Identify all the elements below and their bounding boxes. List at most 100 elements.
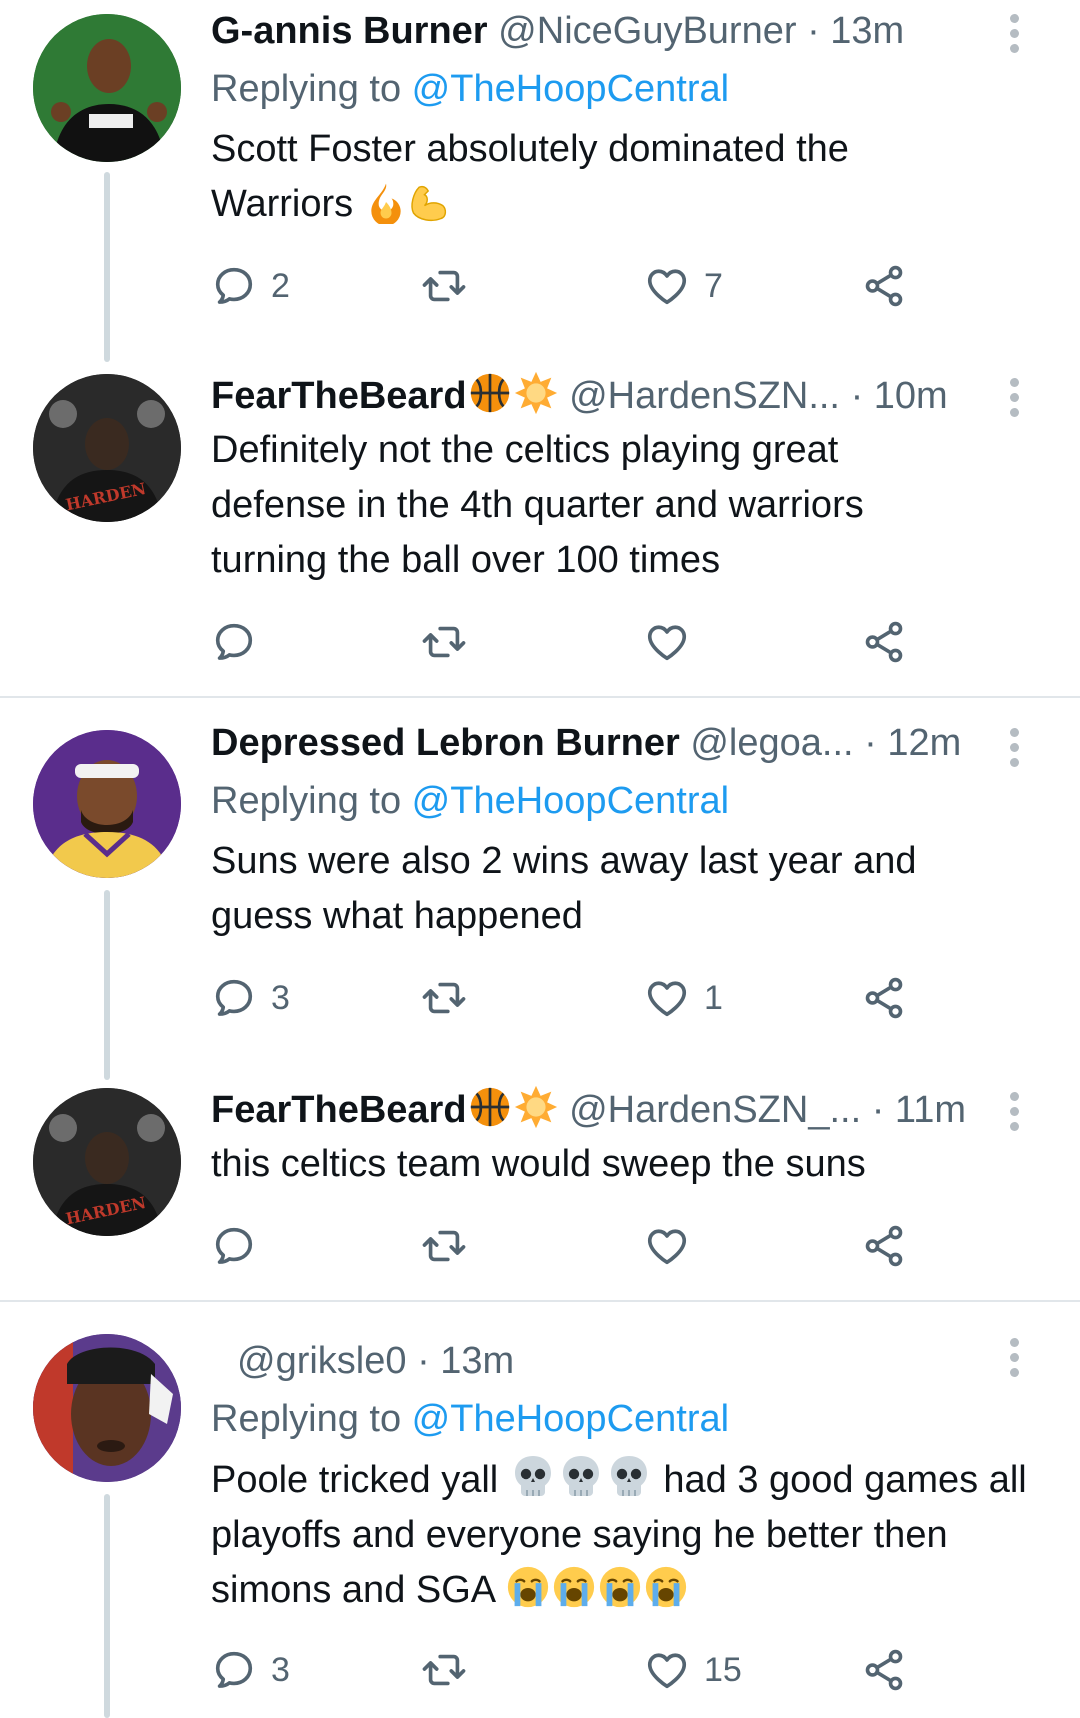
username[interactable]: @griksle0 [237,1340,407,1382]
heart-icon [644,263,690,309]
reply-count: 2 [271,266,290,305]
share-button[interactable] [861,262,907,310]
reply-count: 3 [271,978,290,1017]
timestamp[interactable]: · 13m [807,10,904,52]
avatar[interactable] [33,14,181,162]
tweet-text: Poole tricked yall had 3 good games all … [211,1452,1031,1618]
retweet-button[interactable] [421,974,467,1022]
avatar-image [33,1334,181,1482]
avatar-image: HARDEN [33,374,181,522]
replying-to-label: Replying to [211,1398,412,1440]
reply-icon [211,263,257,309]
reply-button[interactable] [211,618,271,666]
avatar[interactable] [33,1334,181,1482]
skull-emoji [557,1452,605,1500]
username[interactable]: @NiceGuyBurner [498,10,796,52]
username[interactable]: @HardenSZN_... [569,1089,861,1131]
like-button[interactable] [644,618,704,666]
display-name[interactable]: FearTheBeard [211,1089,467,1131]
fire-emoji [364,180,408,224]
username[interactable]: @legoa... [690,722,853,764]
divider [0,1300,1080,1302]
tweet-actions: 3 1 [211,974,931,1022]
replying-to-link[interactable]: @TheHoopCentral [412,68,729,110]
reply-button[interactable]: 3 [211,974,290,1022]
tweet-actions: 3 15 [211,1646,931,1694]
reply-button[interactable]: 2 [211,262,290,310]
more-options-icon[interactable] [1010,14,1022,59]
reply-button[interactable] [211,1222,271,1270]
like-count: 15 [704,1650,742,1689]
retweet-icon [421,619,467,665]
flexed-biceps-emoji [408,180,452,224]
share-button[interactable] [861,1646,907,1694]
username[interactable]: @HardenSZN... [569,375,840,417]
timestamp[interactable]: · 12m [864,722,961,764]
share-button[interactable] [861,1222,907,1270]
like-button[interactable]: 7 [644,262,723,310]
tweet-header: FearTheBeard @HardenSZN_... · 11m [211,1084,1020,1135]
avatar[interactable]: HARDEN [33,1088,181,1236]
reply-icon [211,1647,257,1693]
replying-to: Replying to @TheHoopCentral [211,60,1020,118]
tweet-text-body: Scott Foster absolutely dominated the Wa… [211,128,849,225]
basketball-emoji [467,370,513,416]
skull-emoji [605,1452,653,1500]
share-button[interactable] [861,974,907,1022]
share-icon [861,1223,907,1269]
reply-count: 3 [271,1650,290,1689]
retweet-icon [421,263,467,309]
more-options-icon[interactable] [1010,1092,1022,1137]
replying-to-label: Replying to [211,68,412,110]
sun-emoji [513,1084,559,1130]
share-button[interactable] [861,618,907,666]
replying-to-link[interactable]: @TheHoopCentral [412,1398,729,1440]
retweet-button[interactable] [421,1222,467,1270]
tweet-actions [211,1222,931,1270]
tweet-text: this celtics team would sweep the suns [211,1143,866,1185]
like-button[interactable] [644,1222,704,1270]
replying-to-label: Replying to [211,780,412,822]
crying-emoji [551,1564,597,1610]
timestamp[interactable]: · 13m [417,1340,514,1382]
sun-emoji [513,370,559,416]
share-icon [861,975,907,1021]
replying-to: Replying to @TheHoopCentral [211,1390,1020,1448]
tweet-header: G-annis Burner @NiceGuyBurner · 13m [211,6,1020,56]
more-options-icon[interactable] [1010,1338,1022,1383]
reply-button[interactable]: 3 [211,1646,290,1694]
crying-emoji [643,1564,689,1610]
skull-emoji [509,1452,557,1500]
avatar[interactable]: HARDEN [33,374,181,522]
avatar[interactable] [33,730,181,878]
tweet-text-part: Poole tricked yall [211,1459,499,1501]
tweet-header: Depressed Lebron Burner @legoa... · 12m [211,718,1020,768]
retweet-button[interactable] [421,262,467,310]
heart-icon [644,619,690,665]
timestamp[interactable]: · 10m [851,375,948,417]
avatar-image: HARDEN [33,1088,181,1236]
share-icon [861,1647,907,1693]
display-name[interactable]: FearTheBeard [211,375,467,417]
retweet-button[interactable] [421,1646,467,1694]
more-options-icon[interactable] [1010,728,1022,773]
retweet-button[interactable] [421,618,467,666]
share-icon [861,619,907,665]
reply-icon [211,619,257,665]
tweet-actions: 2 7 [211,262,931,310]
divider [0,696,1080,698]
display-name[interactable]: G-annis Burner [211,10,488,52]
replying-to-link[interactable]: @TheHoopCentral [412,780,729,822]
more-options-icon[interactable] [1010,378,1022,423]
like-button[interactable]: 15 [644,1646,742,1694]
reply-icon [211,1223,257,1269]
reply-icon [211,975,257,1021]
basketball-emoji [467,1084,513,1130]
timestamp[interactable]: · 11m [872,1089,966,1131]
display-name[interactable]: Depressed Lebron Burner [211,722,680,764]
tweet-text: Suns were also 2 wins away last year and… [211,840,917,937]
crying-emoji [505,1564,551,1610]
heart-icon [644,1647,690,1693]
like-count: 1 [704,978,723,1017]
like-button[interactable]: 1 [644,974,723,1022]
